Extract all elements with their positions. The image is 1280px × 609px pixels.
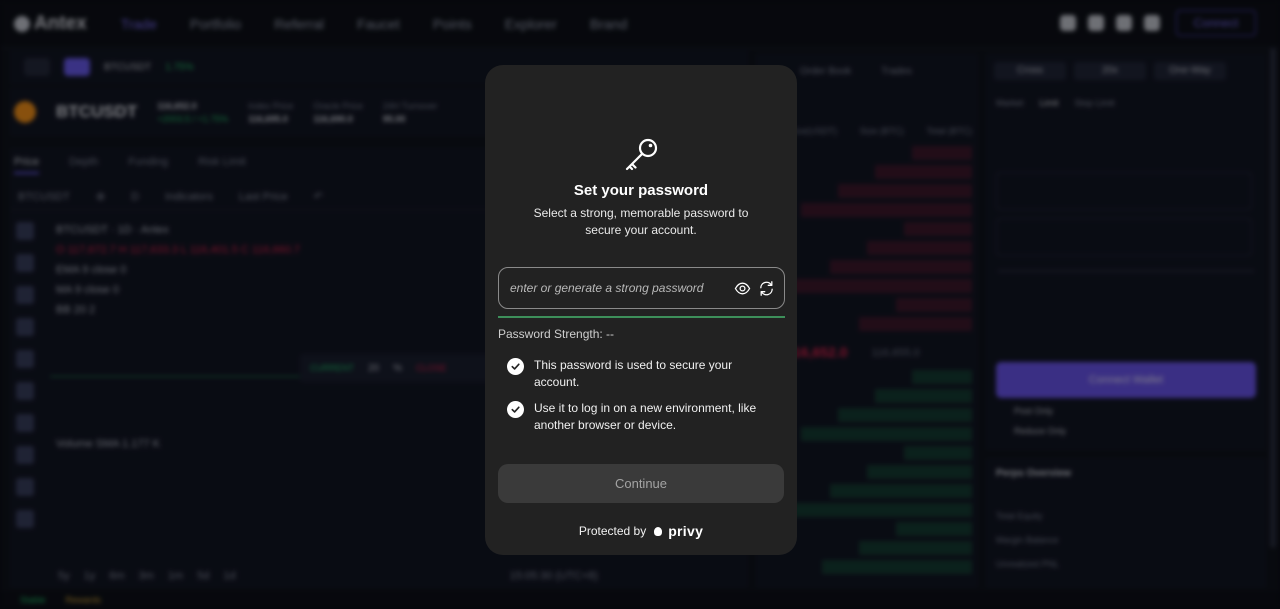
info-text: This password is used to secure your acc… <box>534 358 733 389</box>
info-item-secure: This password is used to secure your acc… <box>507 357 777 391</box>
privy-logo-icon <box>654 526 663 536</box>
info-item-login: Use it to log in on a new environment, l… <box>507 400 777 434</box>
protected-by-text: Protected by <box>578 524 647 538</box>
strength-label: Password Strength: -- <box>498 327 615 341</box>
continue-button[interactable]: Continue <box>498 464 784 503</box>
modal-title: Set your password <box>573 182 709 199</box>
key-icon <box>625 138 658 171</box>
strength-bar <box>498 316 785 318</box>
privy-brand: privy <box>668 523 704 539</box>
eye-icon[interactable] <box>732 278 752 298</box>
info-text: Use it to log in on a new environment, l… <box>534 401 757 432</box>
set-password-modal: Set your password Select a strong, memor… <box>485 65 797 555</box>
strength-bar-fill <box>498 316 785 318</box>
refresh-icon[interactable] <box>756 278 776 298</box>
check-icon <box>507 358 524 375</box>
password-input[interactable] <box>510 281 732 295</box>
modal-subtitle: Select a strong, memorable password to s… <box>533 206 749 237</box>
password-field-wrapper <box>498 267 785 309</box>
check-icon <box>507 401 524 418</box>
protected-by-footer: Protected by privy <box>485 523 797 539</box>
